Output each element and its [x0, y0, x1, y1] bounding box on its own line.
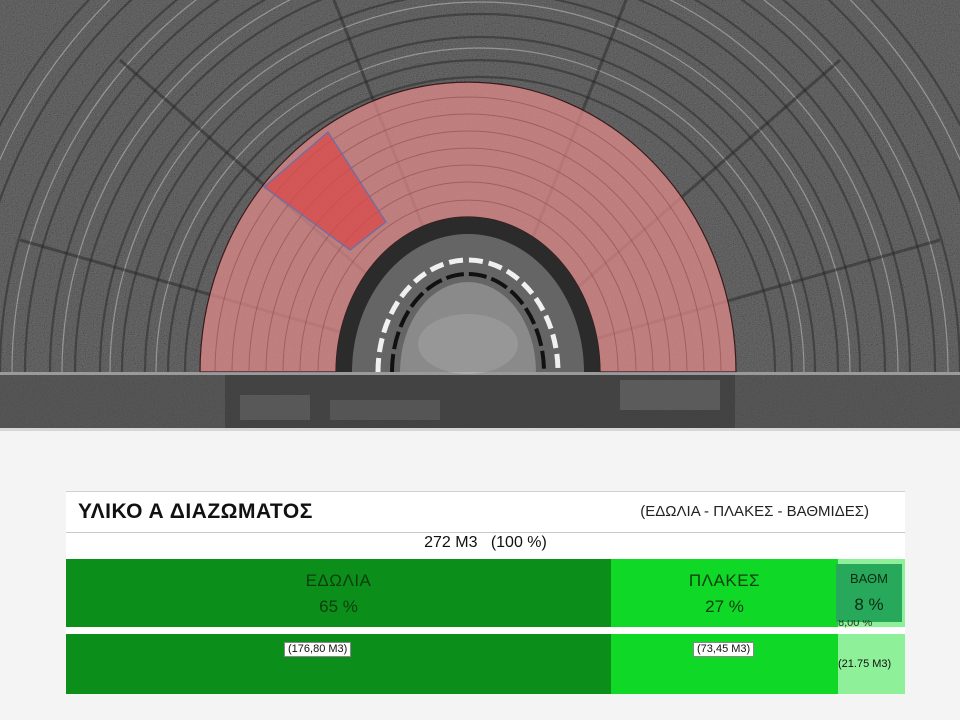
segment-plakes-volume: (73,45 Μ3)	[693, 642, 755, 657]
segment-edolia-percent: 65 %	[319, 597, 358, 616]
table-subtitle: (ΕΔΩΛΙΑ - ΠΛΑΚΕΣ - ΒΑΘΜΙΔΕΣ)	[640, 503, 869, 520]
segment-vathm-overlap-text: 8,00 %	[838, 620, 873, 628]
segment-vathm-volume: (21.75 Μ3)	[838, 658, 892, 670]
segment-edolia-volume: (176,80 Μ3)	[284, 642, 352, 657]
segment-vathm-label: ΒΑΘΜ	[849, 571, 888, 586]
segment-plakes-bar: ΠΛΑΚΕΣ 27 %	[611, 559, 838, 627]
total-volume: 272 Μ3 (100 %)	[424, 534, 547, 551]
segment-plakes-volume-bar: (73,45 Μ3)	[611, 634, 838, 694]
segment-edolia-label: ΕΔΩΛΙΑ	[305, 571, 372, 590]
material-table: ΥΛΙΚΟ Α ΔΙΑΖΩΜΑΤΟΣ (ΕΔΩΛΙΑ - ΠΛΑΚΕΣ - ΒΑ…	[66, 491, 905, 694]
segment-gap	[66, 627, 905, 634]
segment-plakes-percent: 27 %	[705, 597, 744, 616]
segment-edolia-volume-bar: (176,80 Μ3)	[66, 634, 611, 694]
table-title: ΥΛΙΚΟ Α ΔΙΑΖΩΜΑΤΟΣ	[78, 500, 313, 523]
segment-vathm-percent: 8 %	[854, 595, 884, 614]
theatre-aerial-photo	[0, 0, 960, 430]
segment-plakes-label: ΠΛΑΚΕΣ	[688, 571, 761, 590]
title-separator	[66, 532, 905, 533]
segment-vathm-tag: ΒΑΘΜ 8 %	[836, 564, 902, 622]
segment-edolia-bar: ΕΔΩΛΙΑ 65 %	[66, 559, 611, 627]
